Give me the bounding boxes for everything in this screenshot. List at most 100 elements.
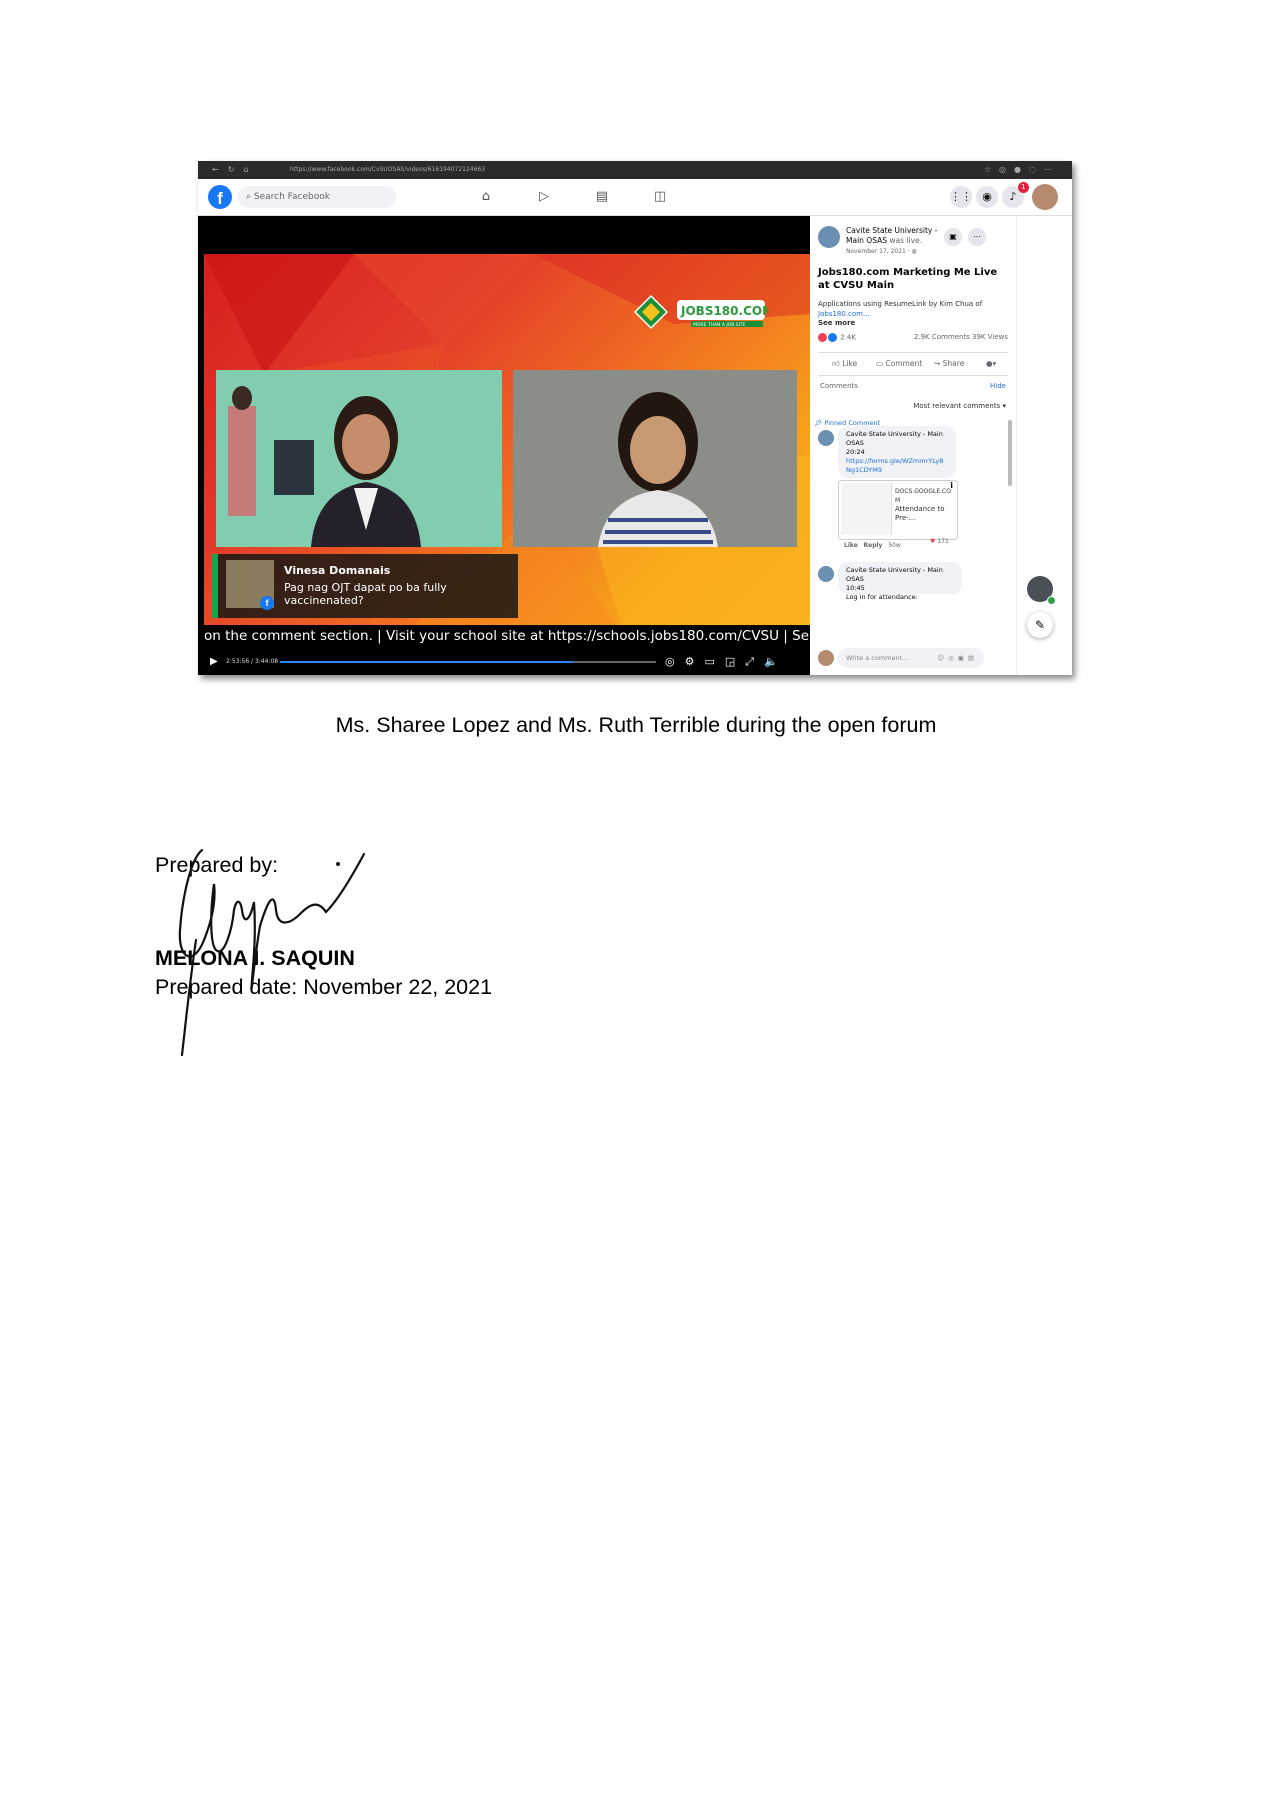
notification-badge: 1 xyxy=(1018,182,1029,193)
description-link[interactable]: Jobs180.com... xyxy=(818,310,870,318)
comment-author[interactable]: Cavite State University - Main OSAS xyxy=(846,430,948,448)
right-sidebar: ✎ xyxy=(1016,216,1072,675)
more-options-icon[interactable]: ⋯ xyxy=(968,228,986,246)
view-count: 39K Views xyxy=(972,333,1008,341)
post-actions: 👍︎ Like ▭ Comment ↪ Share ●▾ xyxy=(818,352,1008,376)
audience-selector-icon[interactable]: ●▾ xyxy=(986,353,996,375)
video-player[interactable]: JOBS180.COM MORE THAN A JOB SITE f Vines… xyxy=(198,216,810,675)
comment-button[interactable]: ▭ Comment xyxy=(876,353,922,375)
like-label: Like xyxy=(842,359,858,368)
pin-icon: 📌︎ xyxy=(814,419,823,427)
live-comment-card: f Vinesa Domanais Pag nag OJT dapat po b… xyxy=(212,554,518,618)
search-placeholder: Search Facebook xyxy=(253,192,330,202)
comment-label: Comment xyxy=(885,359,923,368)
comment-sort-dropdown[interactable]: Most relevant comments ▾ xyxy=(913,402,1006,410)
comment-link[interactable]: https://forms.gle/WZmmrYLyBNg1CDYM9 xyxy=(846,457,948,475)
see-more-link[interactable]: See more xyxy=(818,319,855,327)
profile-avatar[interactable] xyxy=(1032,184,1058,210)
player-control-icons[interactable]: ◎⚙▭◲⤢🔈 xyxy=(665,655,788,669)
comments-label: Comments xyxy=(820,382,858,390)
comment-age: 50w xyxy=(888,542,901,549)
current-user-avatar xyxy=(818,650,834,666)
commenter-name: Vinesa Domanais xyxy=(284,564,391,577)
comment-reaction-count[interactable]: ♥ 171 xyxy=(930,538,949,545)
comment-text: Pag nag OJT dapat po ba fully vaccinenat… xyxy=(284,581,447,607)
lock-icon[interactable]: ▣ xyxy=(944,228,962,246)
play-icon[interactable]: ▶ xyxy=(210,656,218,667)
preview-domain: DOCS.GOOGLE.COM xyxy=(895,488,951,504)
pinned-comment-bubble: Cavite State University - Main OSAS 20:2… xyxy=(838,426,956,478)
page-name[interactable]: Cavite State University - Main OSAS was … xyxy=(846,226,956,246)
sort-label: Most relevant comments xyxy=(913,402,1001,410)
progress-bar[interactable] xyxy=(280,661,656,663)
watch-icon[interactable]: ▷ xyxy=(536,189,552,205)
gaming-icon[interactable]: ◫ xyxy=(652,189,668,205)
browser-bar: ←↻⌂ https://www.facebook.com/CvSUOSAS/vi… xyxy=(198,161,1072,179)
speaker-camera-1 xyxy=(216,370,502,547)
globe-icon: ◍ xyxy=(911,248,917,255)
new-message-icon[interactable]: ✎ xyxy=(1027,612,1053,638)
post-title: Jobs180.com Marketing Me Live at CVSU Ma… xyxy=(818,267,998,291)
preview-title: Attendance to Pre-... xyxy=(895,505,945,522)
comment-reaction-count-text: 171 xyxy=(937,538,949,545)
browser-url[interactable]: https://www.facebook.com/CvSUOSAS/videos… xyxy=(290,166,485,173)
live-status: was live. xyxy=(889,236,923,245)
comment-view-counts: 2.9K Comments 39K Views xyxy=(914,333,1008,341)
caret-down-icon: ▾ xyxy=(1002,402,1006,410)
share-icon: ↪ xyxy=(934,359,943,368)
like-reaction-icon xyxy=(828,333,837,342)
link-preview-card[interactable]: DOCS.GOOGLE.COM Attendance to Pre-... i xyxy=(838,480,958,540)
facebook-screenshot: ←↻⌂ https://www.facebook.com/CvSUOSAS/vi… xyxy=(198,161,1072,675)
svg-text:JOBS180.COM: JOBS180.COM xyxy=(680,304,768,318)
write-comment-placeholder: Write a comment... xyxy=(846,654,909,662)
share-label: Share xyxy=(942,359,965,368)
comment-count[interactable]: 2.9K Comments xyxy=(914,333,970,341)
comment-input-icons[interactable]: ☺◎▣▤ xyxy=(937,648,978,668)
signature xyxy=(178,848,366,1057)
document-thumbnail xyxy=(841,483,892,535)
comment-avatar[interactable] xyxy=(818,566,834,582)
info-icon[interactable]: i xyxy=(950,481,953,490)
comment-reply-button[interactable]: Reply xyxy=(864,542,883,549)
like-button[interactable]: 👍︎ Like xyxy=(832,353,857,375)
comment-text: Log in for attendance: xyxy=(846,593,918,601)
post-stats: 2.4K 2.9K Comments 39K Views xyxy=(818,333,1008,342)
hide-comments-link[interactable]: Hide xyxy=(990,382,1006,390)
write-comment-input[interactable]: Write a comment... ☺◎▣▤ xyxy=(838,648,984,668)
comment-time: 10:45 xyxy=(846,584,865,592)
comment-author[interactable]: Cavite State University - Main OSAS xyxy=(846,566,954,584)
post-description: Applications using ResumeLink by Kim Chu… xyxy=(818,300,1008,329)
share-button[interactable]: ↪ Share xyxy=(934,353,964,375)
menu-grid-icon[interactable]: ⋮⋮ xyxy=(950,186,972,208)
video-controls: ▶ 2:53:56 / 3:44:08 ◎⚙▭◲⤢🔈 xyxy=(198,648,810,675)
post-date-text: November 17, 2021 · xyxy=(846,248,912,255)
browser-extension-icons[interactable]: ☆◎●◌⋯ xyxy=(984,165,1060,174)
link-preview-text: DOCS.GOOGLE.COM Attendance to Pre-... xyxy=(895,487,951,523)
search-input[interactable]: ⌕ Search Facebook xyxy=(238,186,396,208)
jobs180-logo: JOBS180.COM MORE THAN A JOB SITE xyxy=(633,294,768,330)
facebook-logo[interactable]: f xyxy=(208,185,232,209)
home-icon[interactable]: ⌂ xyxy=(478,189,494,205)
description-text: Applications using ResumeLink by Kim Chu… xyxy=(818,300,983,308)
second-comment-bubble: Cavite State University - Main OSAS 10:4… xyxy=(838,562,962,601)
comment-time: 20:24 xyxy=(846,448,865,456)
marketplace-icon[interactable]: ▤ xyxy=(594,189,610,205)
facebook-header: f ⌕ Search Facebook ⌂ ▷ ▤ ◫ ⋮⋮ ◉ ♪ 1 xyxy=(198,179,1072,216)
post-date: November 17, 2021 · ◍ xyxy=(846,248,917,255)
comment-like-button[interactable]: Like xyxy=(844,542,858,549)
comment-avatar[interactable] xyxy=(818,430,834,446)
messenger-icon[interactable]: ◉ xyxy=(976,186,998,208)
online-status-icon xyxy=(1047,596,1056,605)
video-time: 2:53:56 / 3:44:08 xyxy=(226,658,279,665)
reaction-count[interactable]: 2.4K xyxy=(840,334,856,342)
facebook-badge-icon: f xyxy=(260,596,274,610)
thumbs-up-icon: 👍︎ xyxy=(832,359,843,368)
news-ticker: on the comment section. | Visit your sch… xyxy=(204,625,810,647)
progress-fill xyxy=(280,661,574,663)
browser-nav-icons[interactable]: ←↻⌂ xyxy=(212,165,257,174)
heart-icon: ♥ xyxy=(930,538,936,545)
speaker-camera-2 xyxy=(513,370,797,547)
page-avatar[interactable] xyxy=(818,226,840,248)
love-reaction-icon xyxy=(818,333,827,342)
comments-scrollbar[interactable] xyxy=(1008,420,1012,486)
